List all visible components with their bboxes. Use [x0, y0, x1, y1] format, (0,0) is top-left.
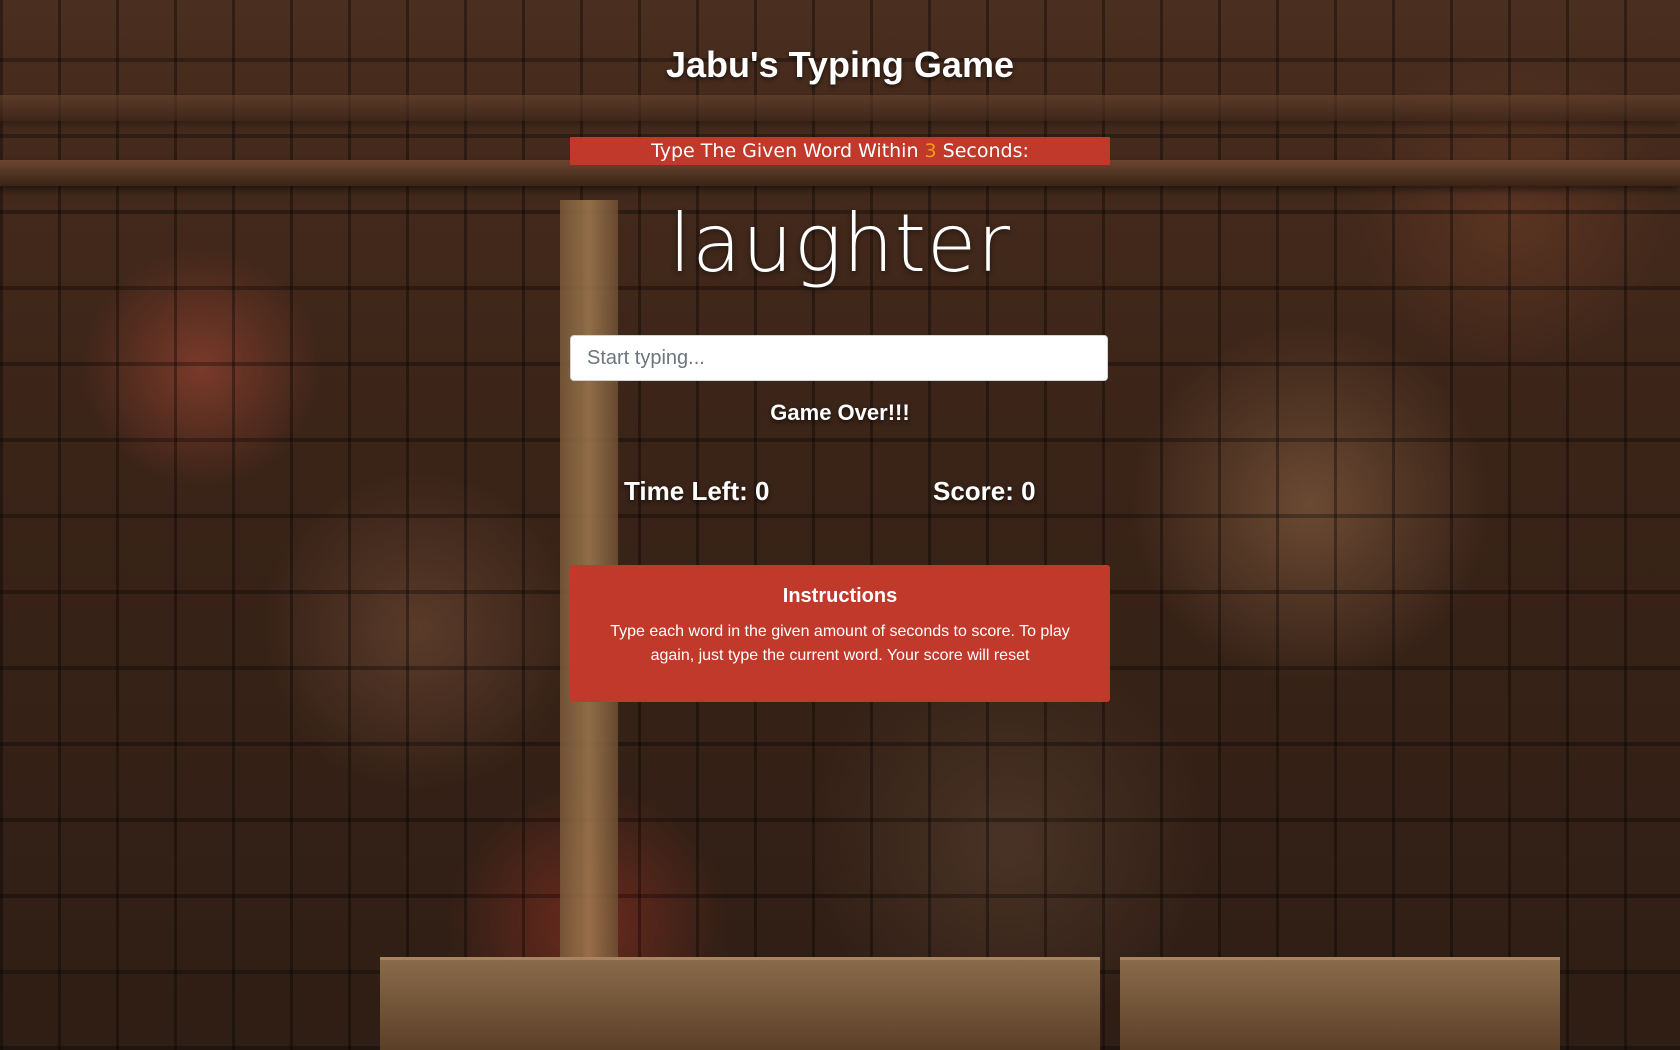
instructions-heading: Instructions [782, 585, 898, 607]
current-word: laughter [668, 197, 1012, 290]
banner-suffix: Seconds: [936, 140, 1029, 162]
banner-seconds: 3 [924, 140, 937, 162]
game-status-message: Game Over!!! [770, 400, 910, 425]
game-title: Jabu's Typing Game [666, 44, 1014, 86]
background-crate-left [380, 957, 1100, 1050]
score: Score: 0 [933, 476, 1036, 506]
instructions-body: Type each word in the given amount of se… [610, 623, 1070, 664]
instructions-card: Instructions Type each word in the given… [570, 565, 1110, 702]
background-crate-right [1120, 957, 1560, 1050]
banner-prefix: Type The Given Word Within [651, 140, 925, 162]
background-shelf-upper [0, 95, 1680, 121]
time-left: Time Left: 0 [624, 476, 770, 506]
word-input[interactable] [570, 335, 1108, 381]
instruction-banner: Type The Given Word Within 3 Seconds: [570, 137, 1110, 165]
